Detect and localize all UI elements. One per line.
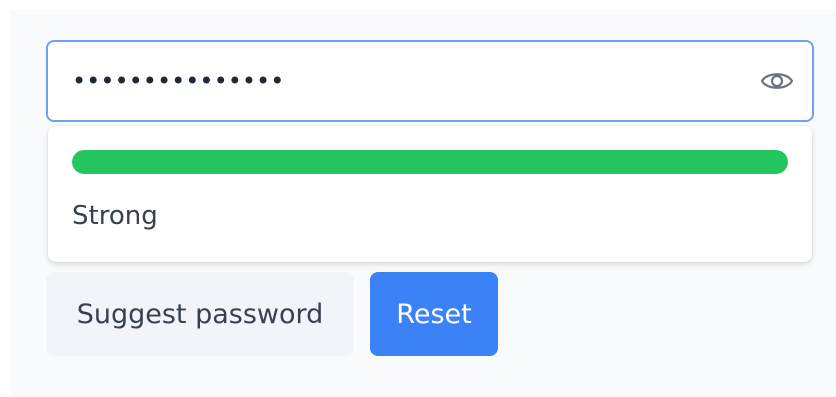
password-value[interactable]: ••••••••••••••• xyxy=(72,66,284,96)
reset-button[interactable]: Reset xyxy=(370,272,498,356)
strength-popover: Strong xyxy=(48,126,812,262)
eye-icon[interactable] xyxy=(760,66,794,96)
suggest-password-button[interactable]: Suggest password xyxy=(46,272,354,356)
password-field[interactable]: ••••••••••••••• xyxy=(46,40,814,122)
strength-meter-fill xyxy=(72,150,788,174)
strength-label: Strong xyxy=(72,201,158,231)
strength-meter xyxy=(72,150,788,174)
